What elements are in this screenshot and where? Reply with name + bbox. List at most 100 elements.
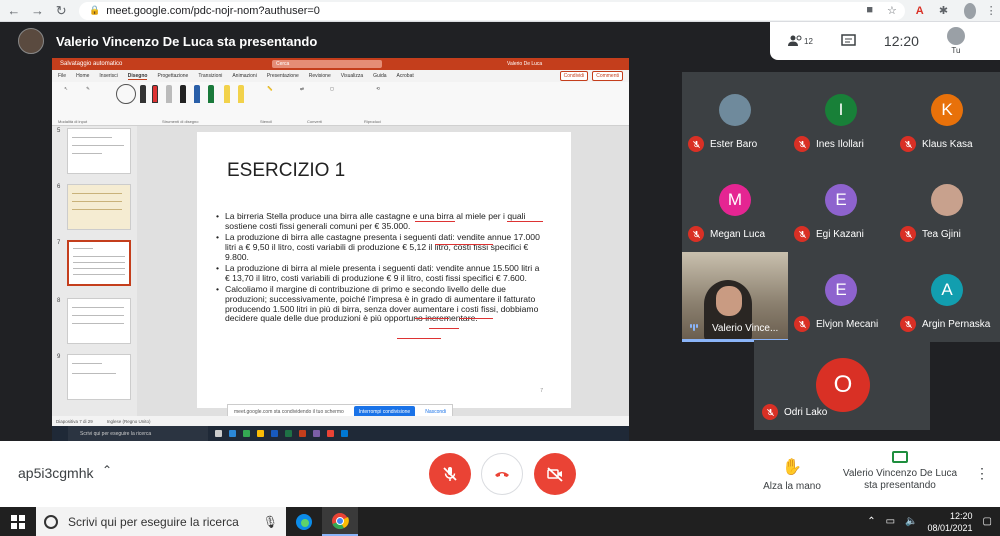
raise-hand-button[interactable]: ✋ Alza la mano: [762, 457, 822, 492]
participant-avatar: M: [719, 184, 751, 216]
pen-red-icon[interactable]: [152, 85, 158, 103]
star-icon[interactable]: ☆: [887, 4, 897, 17]
camera-icon[interactable]: ■: [866, 4, 873, 17]
slide-bullet: La produzione di birra al miele presenta…: [215, 263, 545, 284]
highlighter-yellow-icon[interactable]: [224, 85, 230, 103]
hide-button[interactable]: Nascondi: [425, 409, 446, 415]
profile-avatar[interactable]: [964, 2, 977, 19]
forward-icon[interactable]: →: [28, 1, 48, 21]
reload-icon[interactable]: ↻: [51, 1, 71, 21]
self-view[interactable]: Tu: [941, 27, 971, 55]
end-call-button[interactable]: [481, 453, 523, 495]
ppt-search[interactable]: Cerca: [272, 60, 382, 68]
participant-tile[interactable]: K Klaus Kasa: [894, 72, 1000, 162]
chat-icon[interactable]: [841, 34, 856, 48]
thumb-number: 9: [57, 354, 61, 360]
ppt-menu-tab[interactable]: Guida: [373, 73, 386, 79]
shared-app-icon: [257, 430, 264, 437]
current-slide[interactable]: ESERCIZIO 1 La birreria Stella produce u…: [197, 132, 571, 408]
ppt-comments-button[interactable]: Commenti: [592, 71, 623, 81]
shared-app-icon: [341, 430, 348, 437]
pen-blue-icon[interactable]: [194, 85, 200, 103]
address-bar[interactable]: 🔒 meet.google.com/pdc-nojr-nom?authuser=…: [78, 1, 905, 20]
lasso-icon[interactable]: [116, 84, 136, 104]
ink-to-shape-icon[interactable]: ◻: [322, 86, 342, 92]
participant-tile[interactable]: E Egi Kazani: [788, 162, 894, 252]
participant-tile[interactable]: Ester Baro: [682, 72, 788, 162]
camera-off-button[interactable]: [534, 453, 576, 495]
group-convert: Converti: [307, 119, 322, 124]
volume-icon[interactable]: 🔈: [905, 516, 917, 527]
ppt-menu-tab[interactable]: Disegno: [127, 73, 148, 80]
ppt-menu-tab[interactable]: Progettazione: [157, 73, 188, 79]
ppt-menu-tab[interactable]: Acrobat: [397, 73, 414, 79]
chrome-app-icon[interactable]: [322, 507, 358, 536]
people-icon[interactable]: 12: [788, 35, 813, 47]
windows-start-icon[interactable]: [0, 507, 36, 536]
slide-thumb[interactable]: [67, 184, 131, 230]
ppt-user: Valerio De Luca: [507, 61, 543, 67]
pdf-extension-icon[interactable]: A: [911, 2, 929, 20]
menu-icon[interactable]: ⋮: [982, 2, 1000, 20]
pen-green-icon[interactable]: [208, 85, 214, 103]
windows-clock[interactable]: 12:20 08/01/2021: [928, 510, 973, 534]
ppt-menu-tab[interactable]: File: [58, 73, 66, 79]
participant-video-tile[interactable]: Valerio Vince...: [682, 252, 788, 342]
shared-app-icon: [299, 430, 306, 437]
pen-gray-icon[interactable]: [166, 85, 172, 103]
replay-icon[interactable]: ⟲: [368, 86, 388, 92]
highlighter-yellow-2-icon[interactable]: [238, 85, 244, 103]
slide-thumb[interactable]: [67, 354, 131, 400]
ppt-menu-tab[interactable]: Inserisci: [99, 73, 117, 79]
participant-tile[interactable]: E Elvjon Mecani: [788, 252, 894, 342]
microphone-icon[interactable]: 🎙: [263, 515, 278, 529]
ppt-menu-tab[interactable]: Animazioni: [232, 73, 256, 79]
extensions-icon[interactable]: ✱: [935, 2, 953, 20]
mic-off-button[interactable]: [429, 453, 471, 495]
participant-tile[interactable]: Tea Gjini: [894, 162, 1000, 252]
select-tool-icon[interactable]: ↖: [58, 86, 74, 92]
back-icon[interactable]: ←: [4, 1, 24, 21]
participant-tile[interactable]: M Megan Luca: [682, 162, 788, 252]
network-icon[interactable]: ▭: [886, 516, 895, 527]
notifications-icon[interactable]: ▢: [983, 516, 992, 527]
slide-thumb[interactable]: [67, 298, 131, 344]
slide-thumb[interactable]: [67, 128, 131, 174]
participant-avatar: A: [931, 274, 963, 306]
chevron-up-icon[interactable]: ⌃: [102, 463, 112, 477]
ppt-menu-tab[interactable]: Revisione: [309, 73, 331, 79]
pen-dark-icon[interactable]: [180, 85, 186, 103]
ruler-icon[interactable]: 📏: [260, 86, 280, 92]
thumb-number: 7: [57, 240, 61, 246]
ppt-ribbon: ↖ ✎ 📏 ⇄ ◻ ⟲ Modalità di input Strumenti …: [52, 82, 629, 126]
slide-bullets: La birreria Stella produce una birra all…: [215, 211, 545, 326]
windows-search-box[interactable]: Scrivi qui per eseguire la ricerca 🎙: [36, 507, 286, 536]
ink-annotation: [397, 338, 441, 339]
ink-annotation: [415, 221, 455, 222]
presenting-button[interactable]: Valerio Vincenzo De Luca sta presentando: [840, 451, 960, 492]
ppt-menu-tab[interactable]: Presentazione: [267, 73, 299, 79]
draw-touch-icon[interactable]: ✎: [80, 86, 96, 92]
present-screen-icon: [892, 451, 908, 463]
edge-app-icon[interactable]: [286, 507, 322, 536]
language-status: Inglese (Regno Unito): [106, 418, 151, 424]
participant-tile[interactable]: I Ines Ilollari: [788, 72, 894, 162]
profile-avatar-wrap[interactable]: [958, 2, 977, 20]
ppt-menu-tab[interactable]: Transizioni: [198, 73, 222, 79]
ppt-share-button[interactable]: Condividi: [559, 71, 589, 81]
convert-icon[interactable]: ⇄: [292, 86, 312, 92]
slide-thumb-active[interactable]: [67, 240, 131, 286]
tray-chevron-icon[interactable]: ⌃: [867, 516, 875, 527]
slide-page-number: 7: [540, 388, 543, 394]
ink-annotation: [415, 318, 449, 319]
more-options-icon[interactable]: ⋮: [975, 465, 989, 482]
search-icon: [44, 514, 58, 529]
ppt-menu-tab[interactable]: Home: [76, 73, 89, 79]
mic-off-icon: [794, 316, 810, 332]
pen-black-icon[interactable]: [140, 85, 146, 103]
meeting-code[interactable]: ap5i3cgmhk: [18, 465, 94, 481]
participant-tile[interactable]: O Odri Lako: [754, 340, 930, 430]
participant-tile[interactable]: A Argin Pernaska: [894, 252, 1000, 342]
ppt-menu-tab[interactable]: Visualizza: [341, 73, 363, 79]
mic-off-icon: [900, 226, 916, 242]
